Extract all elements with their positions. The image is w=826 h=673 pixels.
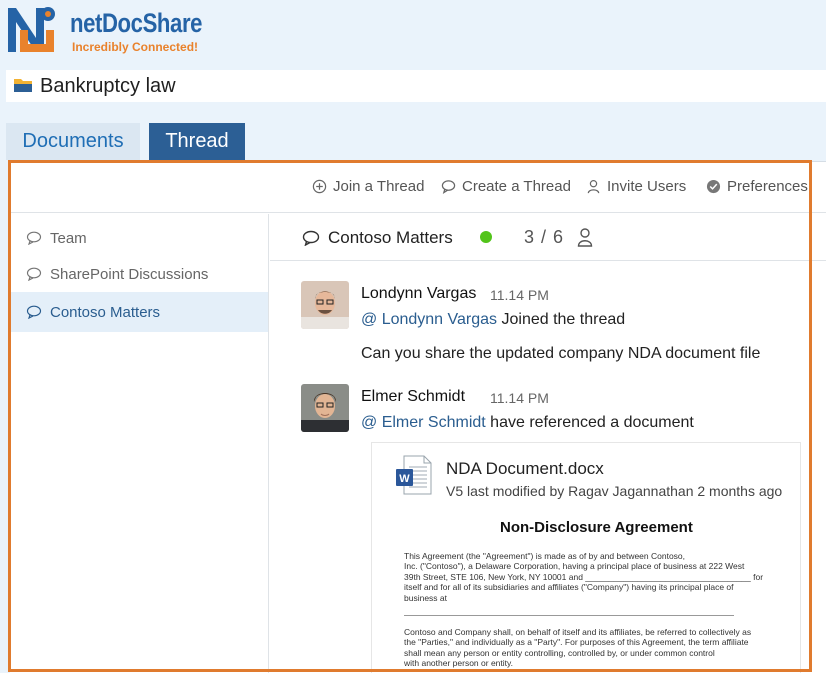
avatar <box>301 281 349 329</box>
thread-title-label: Contoso Matters <box>328 228 453 247</box>
chat-bubble-icon <box>26 267 42 281</box>
message-list: Londynn Vargas 11.14 PM @ Londynn Vargas… <box>270 262 826 673</box>
avatar-elmer-schmidt-icon <box>301 384 349 432</box>
thread-sidebar: Team SharePoint Discussions Contoso Matt… <box>10 214 269 673</box>
user-icon <box>587 179 600 193</box>
message-mention-line: @ Elmer Schmidt have referenced a docume… <box>361 414 694 432</box>
message-action: Joined the thread <box>501 311 626 328</box>
chat-bubble-icon <box>441 179 456 194</box>
sidebar-item-team[interactable]: Team <box>10 218 268 258</box>
document-preview-title: Non-Disclosure Agreement <box>500 519 693 536</box>
sidebar-item-label: Contoso Matters <box>50 303 161 321</box>
message-mention-line: @ Londynn Vargas Joined the thread <box>361 311 625 329</box>
thread-toolbar: Join a Thread Create a Thread Invite Use… <box>10 162 826 213</box>
invite-users-label: Invite Users <box>607 177 687 195</box>
logo: netDocShare Incredibly Connected! <box>6 4 206 56</box>
sidebar-item-label: Team <box>50 229 87 247</box>
thread-title: Contoso Matters <box>302 228 453 248</box>
svg-text:W: W <box>399 473 410 485</box>
folder-icon <box>14 79 32 92</box>
invite-users-button[interactable]: Invite Users <box>586 176 686 196</box>
sidebar-item-sharepoint-discussions[interactable]: SharePoint Discussions <box>10 254 268 294</box>
chat-bubble-icon <box>26 305 42 319</box>
avatar <box>301 384 349 432</box>
message-action: have referenced a document <box>490 414 694 431</box>
chat-bubble-icon <box>26 231 42 245</box>
document-card[interactable]: W NDA Document.docx V5 last modified by … <box>371 442 801 673</box>
netdocshare-logo-icon <box>6 4 58 54</box>
preferences-label: Preferences <box>727 177 808 195</box>
document-preview-paragraph: Contoso and Company shall, on behalf of … <box>404 627 752 669</box>
thread-header: Contoso Matters 3 / 6 <box>270 214 826 261</box>
members-icon[interactable] <box>577 227 593 247</box>
message-author: Londynn Vargas <box>361 285 477 302</box>
message-author: Elmer Schmidt <box>361 388 466 405</box>
library-title: Bankruptcy law <box>40 75 176 97</box>
word-document-icon: W <box>396 455 432 495</box>
tab-thread[interactable]: Thread <box>149 123 245 160</box>
message-time: 11.14 PM <box>490 390 549 406</box>
online-status-dot <box>480 231 492 243</box>
preferences-button[interactable]: Preferences <box>706 176 808 196</box>
message-time: 11.14 PM <box>490 287 549 303</box>
document-preview-divider <box>404 615 734 616</box>
library-title-bar: Bankruptcy law <box>6 70 826 102</box>
avatar-londynn-vargas-icon <box>301 281 349 329</box>
create-thread-label: Create a Thread <box>462 177 571 195</box>
brand-name: netDocShare <box>70 8 203 38</box>
thread-member-count: 3 / 6 <box>524 227 565 247</box>
sidebar-item-contoso-matters[interactable]: Contoso Matters <box>10 292 268 332</box>
chat-bubble-icon <box>302 230 320 246</box>
thread-panel: Join a Thread Create a Thread Invite Use… <box>10 161 826 673</box>
user-mention-link[interactable]: @ Elmer Schmidt <box>361 414 486 431</box>
plus-circle-icon <box>312 179 327 193</box>
message-text: Can you share the updated company NDA do… <box>361 345 761 362</box>
tab-documents[interactable]: Documents <box>6 123 140 160</box>
document-name[interactable]: NDA Document.docx <box>446 459 604 479</box>
brand-tagline: Incredibly Connected! <box>72 40 199 54</box>
user-mention-link[interactable]: @ Londynn Vargas <box>361 311 497 328</box>
create-thread-button[interactable]: Create a Thread <box>441 176 571 196</box>
sidebar-item-label: SharePoint Discussions <box>50 265 209 283</box>
join-thread-button[interactable]: Join a Thread <box>312 176 424 196</box>
check-circle-icon <box>706 179 721 193</box>
join-thread-label: Join a Thread <box>333 177 425 195</box>
document-preview-paragraph: This Agreement (the "Agreement") is made… <box>404 551 764 603</box>
document-meta: V5 last modified by Ragav Jagannathan 2 … <box>446 483 783 499</box>
